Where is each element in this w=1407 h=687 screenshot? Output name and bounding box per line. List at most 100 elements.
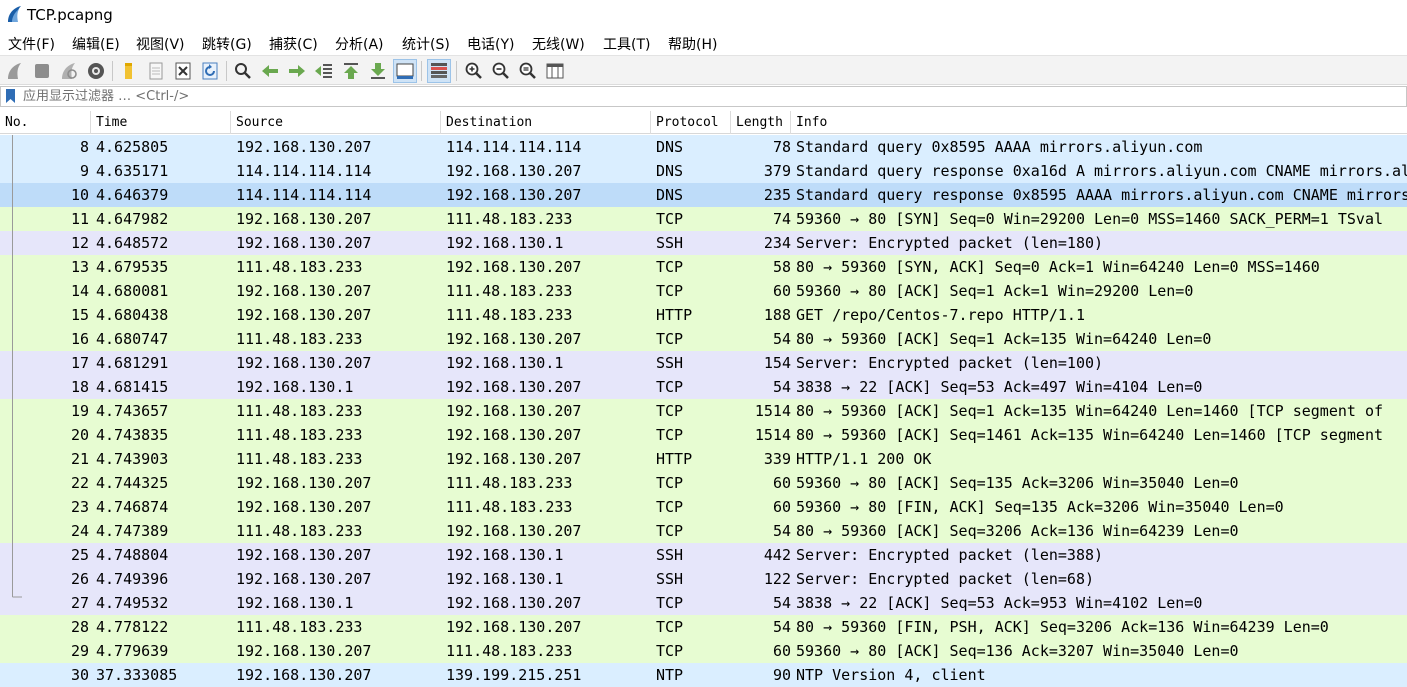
- packet-row[interactable]: 18 4.681415 192.168.130.1 192.168.130.207 TC…: [0, 375, 1407, 399]
- packet-row[interactable]: 14 4.680081 192.168.130.207 111.48.183.233 T…: [0, 279, 1407, 303]
- packet-row[interactable]: 13 4.679535 111.48.183.233 192.168.130.207 T…: [0, 255, 1407, 279]
- packet-row[interactable]: 21 4.743903 111.48.183.233 192.168.130.207 H…: [0, 447, 1407, 471]
- packet-source: 192.168.130.207: [236, 666, 372, 684]
- menu-edit[interactable]: 编辑(E): [72, 34, 120, 54]
- column-header-protocol[interactable]: Protocol: [651, 111, 731, 134]
- packet-length: 188: [763, 306, 791, 324]
- packet-row[interactable]: 19 4.743657 111.48.183.233 192.168.130.207 T…: [0, 399, 1407, 423]
- column-header-length[interactable]: Length: [731, 111, 791, 134]
- toolbar-separator: [112, 61, 113, 81]
- packet-row[interactable]: 17 4.681291 192.168.130.207 192.168.130.1 SS…: [0, 351, 1407, 375]
- packet-length: 90: [772, 666, 791, 684]
- go-back-icon[interactable]: [258, 59, 282, 83]
- reload-file-icon[interactable]: [198, 59, 222, 83]
- autoscroll-icon[interactable]: [393, 59, 417, 83]
- packet-row[interactable]: 24 4.747389 111.48.183.233 192.168.130.207 T…: [0, 519, 1407, 543]
- packet-row[interactable]: 10 4.646379 114.114.114.114 192.168.130.207…: [0, 183, 1407, 207]
- packet-row[interactable]: 29 4.779639 192.168.130.207 111.48.183.233 T…: [0, 639, 1407, 663]
- packet-row[interactable]: 15 4.680438 192.168.130.207 111.48.183.233 H…: [0, 303, 1407, 327]
- menu-wireless[interactable]: 无线(W): [532, 34, 585, 54]
- menu-file[interactable]: 文件(F): [8, 34, 55, 54]
- packet-length: 1514: [754, 402, 791, 420]
- packet-protocol: TCP: [656, 426, 684, 444]
- packet-protocol: TCP: [656, 378, 684, 396]
- packet-info: 80 → 59360 [ACK] Seq=1461 Ack=135 Win=64…: [796, 426, 1383, 444]
- column-header-time[interactable]: Time: [91, 111, 231, 134]
- packet-length: 339: [763, 450, 791, 468]
- colorize-icon[interactable]: [427, 59, 451, 83]
- packet-protocol: TCP: [656, 402, 684, 420]
- menu-statistics[interactable]: 统计(S): [402, 34, 450, 54]
- packet-destination: 111.48.183.233: [446, 498, 573, 516]
- packet-row[interactable]: 26 4.749396 192.168.130.207 192.168.130.1 SS…: [0, 567, 1407, 591]
- menu-view[interactable]: 视图(V): [136, 34, 185, 54]
- close-file-icon[interactable]: [171, 59, 195, 83]
- packet-time: 4.746874: [96, 498, 169, 516]
- packet-row[interactable]: 9 4.635171 114.114.114.114 192.168.130.207 D…: [0, 159, 1407, 183]
- packet-time: 4.778122: [96, 618, 169, 636]
- packet-source: 192.168.130.207: [236, 546, 372, 564]
- go-last-packet-icon[interactable]: [366, 59, 390, 83]
- menu-help[interactable]: 帮助(H): [668, 34, 717, 54]
- packet-info: 59360 → 80 [ACK] Seq=135 Ack=3206 Win=35…: [796, 474, 1239, 492]
- packet-destination: 114.114.114.114: [446, 138, 582, 156]
- packet-source: 114.114.114.114: [236, 186, 372, 204]
- packet-row[interactable]: 12 4.648572 192.168.130.207 192.168.130.1 SS…: [0, 231, 1407, 255]
- packet-no: 22: [70, 474, 89, 492]
- menu-capture[interactable]: 捕获(C): [269, 34, 318, 54]
- packet-info: 80 → 59360 [ACK] Seq=1 Ack=135 Win=64240…: [796, 402, 1383, 420]
- go-to-packet-icon[interactable]: [312, 59, 336, 83]
- packet-source: 192.168.130.207: [236, 354, 372, 372]
- packet-row[interactable]: 30 37.333085 192.168.130.207 139.199.215.25…: [0, 663, 1407, 687]
- packet-info: HTTP/1.1 200 OK: [796, 450, 932, 468]
- packet-length: 379: [763, 162, 791, 180]
- packet-no: 14: [70, 282, 89, 300]
- packet-time: 4.680438: [96, 306, 169, 324]
- packet-protocol: TCP: [656, 210, 684, 228]
- packet-row[interactable]: 22 4.744325 192.168.130.207 111.48.183.233 T…: [0, 471, 1407, 495]
- normal-size-icon[interactable]: [516, 59, 540, 83]
- packet-source: 111.48.183.233: [236, 402, 363, 420]
- packet-time: 4.680081: [96, 282, 169, 300]
- stop-capture-icon[interactable]: [30, 59, 54, 83]
- packet-row[interactable]: 23 4.746874 192.168.130.207 111.48.183.233 T…: [0, 495, 1407, 519]
- find-packet-icon[interactable]: [231, 59, 255, 83]
- packet-no: 25: [70, 546, 89, 564]
- packet-row[interactable]: 8 4.625805 192.168.130.207 114.114.114.114 D…: [0, 135, 1407, 159]
- display-filter-input[interactable]: [23, 88, 1393, 105]
- save-file-icon[interactable]: [144, 59, 168, 83]
- packet-row[interactable]: 28 4.778122 111.48.183.233 192.168.130.207 T…: [0, 615, 1407, 639]
- open-file-icon[interactable]: [117, 59, 141, 83]
- packet-row[interactable]: 11 4.647982 192.168.130.207 111.48.183.233 T…: [0, 207, 1407, 231]
- packet-row[interactable]: 16 4.680747 111.48.183.233 192.168.130.207 T…: [0, 327, 1407, 351]
- go-forward-icon[interactable]: [285, 59, 309, 83]
- resize-columns-icon[interactable]: [543, 59, 567, 83]
- restart-capture-icon[interactable]: [57, 59, 81, 83]
- menu-go[interactable]: 跳转(G): [202, 34, 252, 54]
- start-capture-icon[interactable]: [3, 59, 27, 83]
- packet-source: 192.168.130.207: [236, 642, 372, 660]
- capture-options-icon[interactable]: [84, 59, 108, 83]
- column-header-destination[interactable]: Destination: [441, 111, 651, 134]
- packet-destination: 192.168.130.207: [446, 450, 582, 468]
- menu-tools[interactable]: 工具(T): [603, 34, 650, 54]
- packet-time: 4.749532: [96, 594, 169, 612]
- column-header-source[interactable]: Source: [231, 111, 441, 134]
- zoom-out-icon[interactable]: [489, 59, 513, 83]
- filter-bookmark-icon[interactable]: [5, 89, 16, 104]
- packet-length: 60: [772, 474, 791, 492]
- column-header-info[interactable]: Info: [791, 111, 1407, 134]
- menu-telephony[interactable]: 电话(Y): [467, 34, 514, 54]
- column-header-no[interactable]: No.: [0, 111, 91, 134]
- packet-destination: 192.168.130.207: [446, 330, 582, 348]
- packet-row[interactable]: 25 4.748804 192.168.130.207 192.168.130.1 SS…: [0, 543, 1407, 567]
- menu-analyze[interactable]: 分析(A): [335, 34, 384, 54]
- go-first-packet-icon[interactable]: [339, 59, 363, 83]
- zoom-in-icon[interactable]: [462, 59, 486, 83]
- packet-destination: 139.199.215.251: [446, 666, 582, 684]
- packet-time: 37.333085: [96, 666, 178, 684]
- packet-row[interactable]: 20 4.743835 111.48.183.233 192.168.130.207 T…: [0, 423, 1407, 447]
- packet-row[interactable]: 27 4.749532 192.168.130.1 192.168.130.207 TC…: [0, 591, 1407, 615]
- packet-no: 12: [70, 234, 89, 252]
- packet-time: 4.625805: [96, 138, 169, 156]
